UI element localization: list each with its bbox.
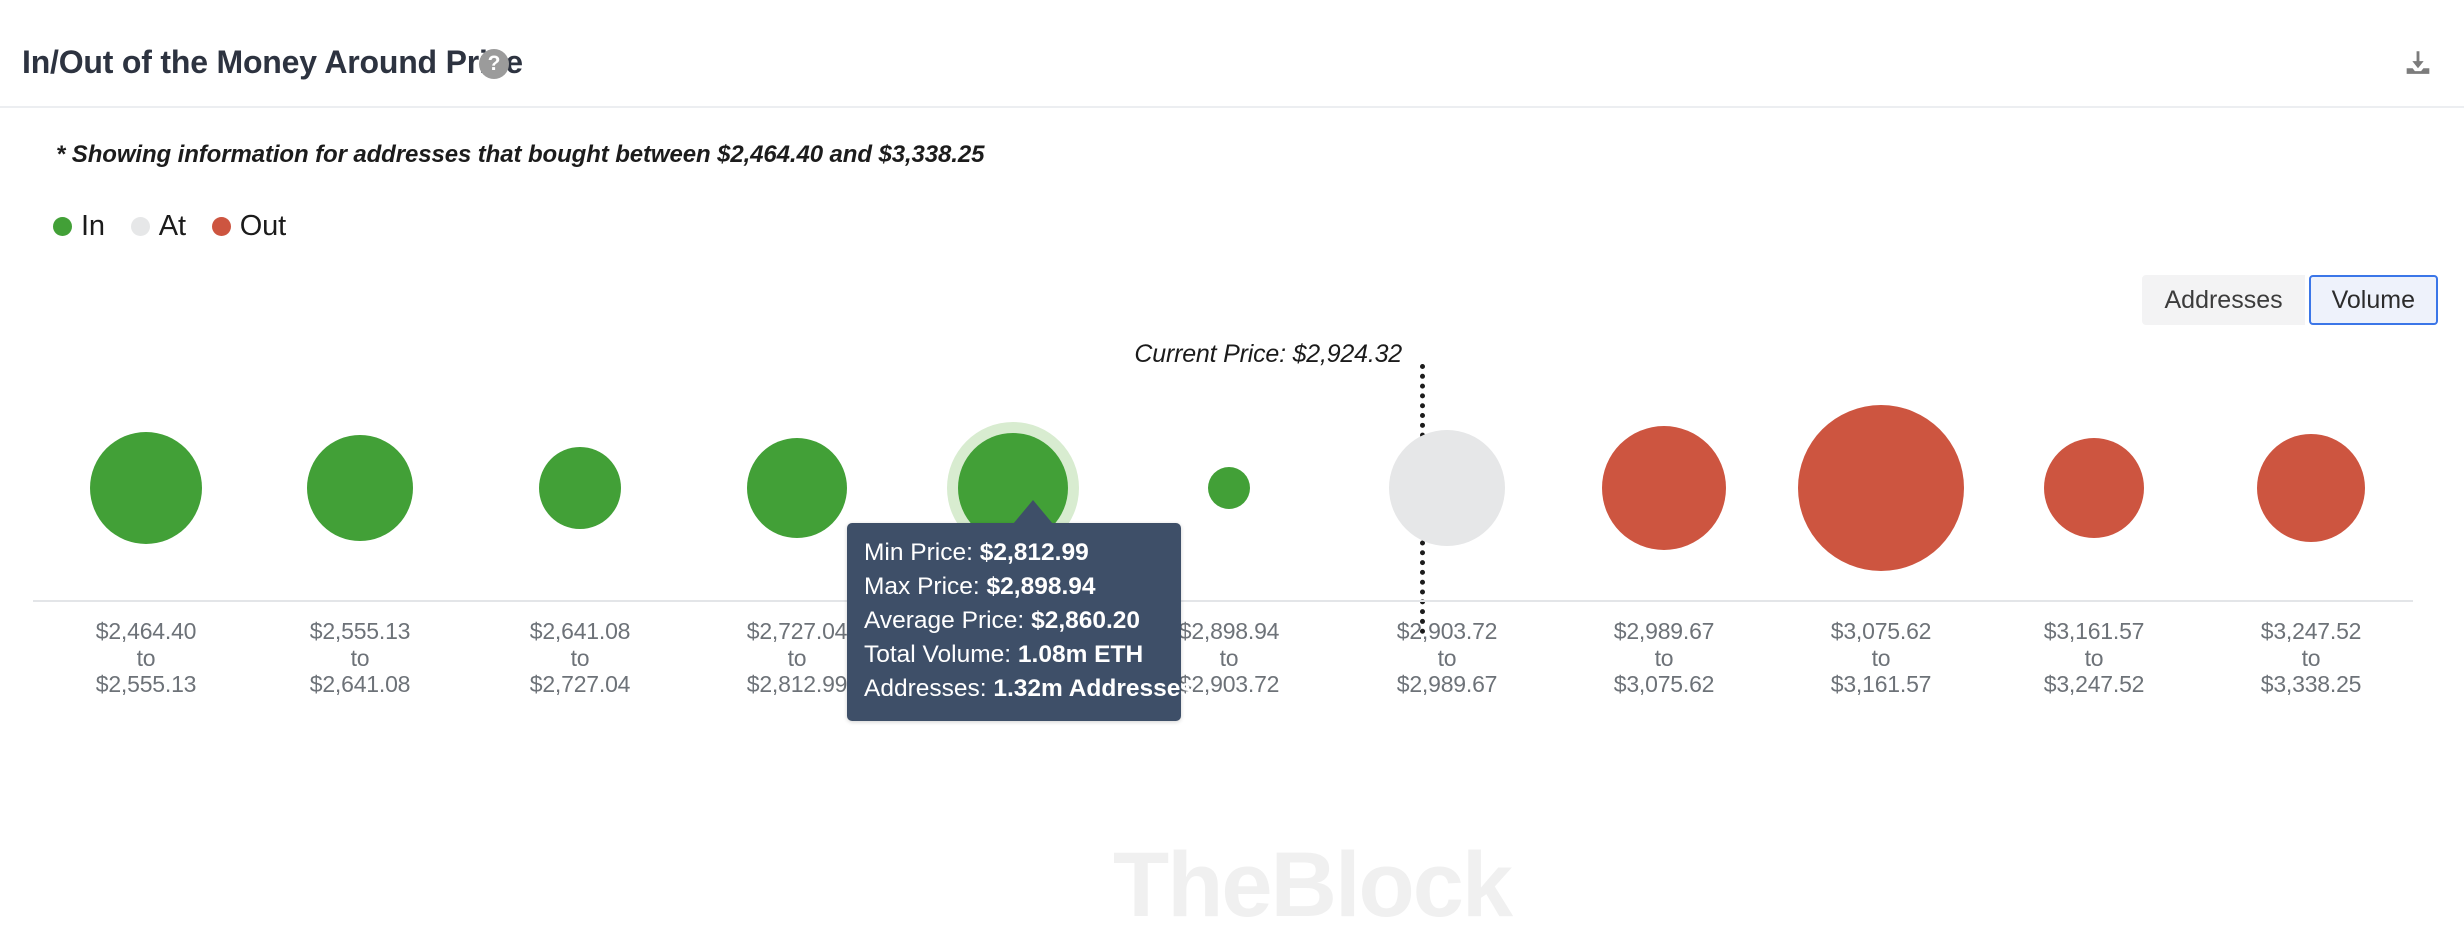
tick-to: $3,161.57	[1830, 671, 1932, 697]
tick-to: $2,812.99	[746, 671, 848, 697]
widget-header: In/Out of the Money Around Price ?	[0, 0, 2464, 108]
bubble-in-2[interactable]	[539, 447, 621, 529]
legend-label-at: At	[158, 209, 186, 242]
tick-to: $2,727.04	[529, 671, 631, 697]
current-price-label: Current Price: $2,924.32	[1134, 340, 1402, 368]
tick-to: $2,641.08	[309, 671, 411, 697]
tooltip-row-average-price: Average Price: $2,860.20	[864, 604, 1164, 638]
tooltip-arrow-icon	[1013, 500, 1053, 524]
legend-label-in: In	[81, 209, 105, 242]
tooltip-key-max-price: Max Price:	[864, 573, 987, 600]
bubble-out-9[interactable]	[2044, 438, 2144, 538]
bubble-in-3[interactable]	[747, 438, 847, 538]
bubble-in-1[interactable]	[307, 435, 413, 541]
download-icon	[2401, 47, 2435, 81]
metric-toggle-group: Addresses Volume	[2142, 275, 2438, 325]
tick-to: $2,555.13	[95, 671, 197, 697]
tick-to: $3,338.25	[2260, 671, 2362, 697]
x-axis-tick-8: $3,075.62 to $3,161.57	[1831, 618, 1932, 698]
tooltip-value-max-price: $2,898.94	[986, 573, 1096, 600]
tick-to: $3,075.62	[1613, 671, 1715, 697]
x-axis-tick-3: $2,727.04 to $2,812.99	[747, 618, 848, 698]
toggle-addresses-button[interactable]: Addresses	[2142, 275, 2305, 325]
x-axis-tick-10: $3,247.52 to $3,338.25	[2261, 618, 2362, 698]
x-axis-tick-6: $2,903.72 to $2,989.67	[1397, 618, 1498, 698]
x-axis-tick-1: $2,555.13 to $2,641.08	[310, 618, 411, 698]
tick-separator: to	[136, 644, 156, 671]
toggle-volume-button[interactable]: Volume	[2308, 275, 2438, 325]
legend-item-at[interactable]: At	[130, 209, 186, 243]
chart-legend: In At Out	[53, 208, 312, 244]
theblock-watermark: TheBlock	[1113, 834, 1513, 936]
tooltip-value-total-volume: 1.08m ETH	[1017, 641, 1144, 668]
tick-separator: to	[350, 644, 370, 671]
legend-dot-in-icon	[53, 216, 72, 236]
tick-from: $2,555.13	[309, 618, 411, 644]
legend-item-in[interactable]: In	[53, 210, 105, 243]
tooltip-value-average-price: $2,860.20	[1031, 607, 1141, 634]
tick-from: $2,989.67	[1613, 618, 1715, 644]
bubble-in-5[interactable]	[1208, 467, 1250, 509]
x-axis-tick-9: $3,161.57 to $3,247.52	[2044, 618, 2145, 698]
help-circle-icon[interactable]: ?	[479, 49, 509, 79]
download-button[interactable]	[2398, 44, 2438, 84]
bubble-out-10[interactable]	[2257, 434, 2365, 542]
tooltip-value-min-price: $2,812.99	[979, 539, 1089, 566]
tick-from: $2,641.08	[529, 618, 631, 644]
tick-from: $2,898.94	[1178, 618, 1280, 644]
tick-from: $3,161.57	[2043, 618, 2145, 644]
bubble-out-7[interactable]	[1602, 426, 1726, 550]
tooltip-row-max-price: Max Price: $2,898.94	[864, 570, 1164, 604]
legend-dot-out-icon	[211, 216, 231, 236]
tooltip-key-average-price: Average Price:	[864, 607, 1032, 634]
tooltip-key-min-price: Min Price:	[864, 539, 980, 566]
legend-item-out[interactable]: Out	[211, 209, 286, 243]
tooltip-row-addresses: Addresses: 1.32m Addresses	[864, 672, 1194, 706]
tick-separator: to	[570, 644, 590, 671]
tick-separator: to	[787, 644, 807, 671]
legend-dot-at-icon	[130, 216, 150, 236]
tooltip-key-total-volume: Total Volume:	[864, 641, 1018, 668]
tick-to: $2,989.67	[1396, 671, 1498, 697]
x-axis-tick-0: $2,464.40 to $2,555.13	[96, 618, 197, 698]
tick-separator: to	[1437, 644, 1457, 671]
bubble-at-6[interactable]	[1389, 430, 1505, 546]
chart-plot-area: TheBlock Current Price: $2,924.32 $2,464…	[0, 340, 2464, 936]
tick-from: $3,247.52	[2260, 618, 2362, 644]
tick-from: $2,464.40	[95, 618, 197, 644]
tick-separator: to	[1654, 644, 1674, 671]
tick-separator: to	[2084, 644, 2104, 671]
tick-from: $3,075.62	[1830, 618, 1932, 644]
tick-separator: to	[2301, 644, 2321, 671]
bubble-tooltip: Min Price: $2,812.99 Max Price: $2,898.9…	[847, 523, 1194, 721]
tooltip-value-addresses: 1.32m Addresses	[993, 675, 1195, 702]
legend-label-out: Out	[239, 209, 286, 242]
tooltip-row-min-price: Min Price: $2,812.99	[864, 536, 1164, 570]
tick-to: $3,247.52	[2043, 671, 2145, 697]
tick-from: $2,903.72	[1396, 618, 1498, 644]
bubble-out-8[interactable]	[1798, 405, 1964, 571]
x-axis-tick-7: $2,989.67 to $3,075.62	[1614, 618, 1715, 698]
tooltip-row-total-volume: Total Volume: 1.08m ETH	[864, 638, 1164, 672]
bubble-in-0[interactable]	[90, 432, 202, 544]
page-title: In/Out of the Money Around Price	[22, 44, 523, 80]
x-axis-tick-2: $2,641.08 to $2,727.04	[530, 618, 631, 698]
tick-from: $2,727.04	[746, 618, 848, 644]
tick-separator: to	[1219, 644, 1239, 671]
in-out-of-money-widget: In/Out of the Money Around Price ? * Sho…	[0, 0, 2464, 936]
chart-subtitle: * Showing information for addresses that…	[56, 141, 985, 168]
x-axis-line	[33, 600, 2413, 602]
tooltip-key-addresses: Addresses:	[864, 675, 994, 702]
tick-separator: to	[1871, 644, 1891, 671]
